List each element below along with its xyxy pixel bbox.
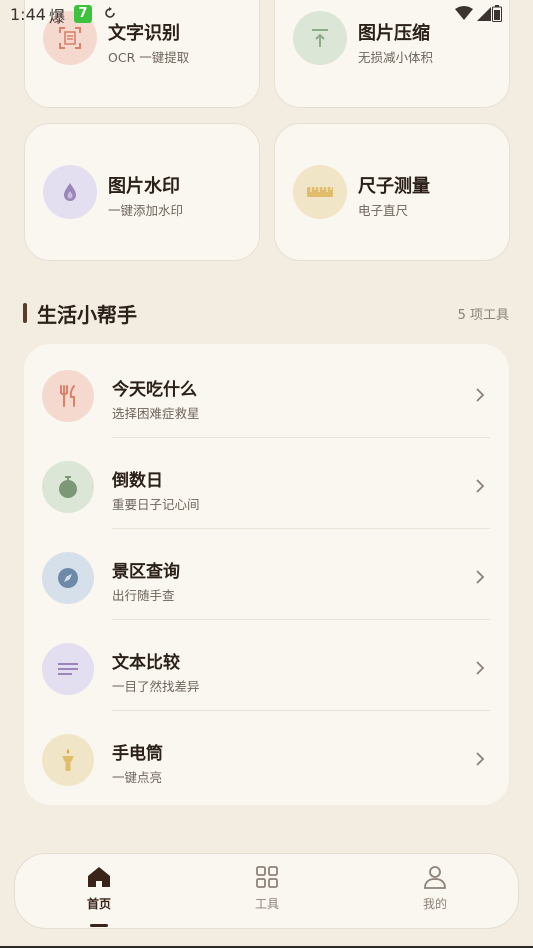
fork-knife-icon (42, 370, 94, 422)
section-title: 生活小帮手 (37, 303, 137, 327)
tool-subtitle: 一键添加水印 (108, 203, 184, 218)
nav-item-home[interactable]: 首页 (59, 864, 139, 927)
app-notification-badge: 7 (74, 5, 92, 23)
tool-subtitle: 无损减小体积 (358, 50, 434, 65)
nav-label: 工具 (254, 897, 279, 911)
divider (112, 437, 490, 438)
list-item-scenic-query[interactable]: 景区查询 出行随手查 (24, 530, 509, 620)
chevron-right-icon (476, 661, 485, 675)
chevron-right-icon (476, 752, 485, 766)
flashlight-icon (42, 734, 94, 786)
divider (112, 528, 490, 529)
person-icon (424, 866, 446, 889)
life-tools-list: 今天吃什么 选择困难症救星 倒数日 重要日子记心间 景区查询 出行随手查 文本比… (24, 344, 509, 805)
list-item-title: 景区查询 (112, 562, 180, 582)
list-item-food-picker[interactable]: 今天吃什么 选择困难症救星 (24, 348, 509, 438)
list-item-subtitle: 一键点亮 (112, 770, 163, 785)
list-item-title: 文本比较 (112, 653, 180, 673)
tool-subtitle: 电子直尺 (358, 203, 409, 218)
list-item-subtitle: 出行随手查 (112, 588, 175, 603)
notification-icon: 爆 (49, 7, 66, 26)
stopwatch-icon (42, 461, 94, 513)
text-lines-icon (42, 643, 94, 695)
tool-title: 尺子测量 (358, 176, 430, 197)
compass-icon (42, 552, 94, 604)
nav-label: 首页 (86, 897, 111, 911)
list-item-subtitle: 选择困难症救星 (112, 406, 200, 421)
list-item-title: 今天吃什么 (112, 380, 197, 400)
section-accent-bar (23, 303, 27, 323)
chevron-right-icon (476, 479, 485, 493)
nav-item-tools[interactable]: 工具 (227, 864, 307, 924)
active-indicator (90, 924, 108, 927)
divider (112, 710, 490, 711)
bottom-nav: 首页 工具 我的 (14, 853, 519, 929)
ruler-icon (293, 165, 347, 219)
list-item-flashlight[interactable]: 手电筒 一键点亮 (24, 712, 509, 802)
chevron-right-icon (476, 570, 485, 584)
nav-label: 我的 (422, 897, 447, 911)
status-time: 1:44 (10, 5, 46, 24)
section-tool-count: 5 项工具 (457, 308, 509, 323)
list-item-text-compare[interactable]: 文本比较 一目了然找差异 (24, 621, 509, 711)
battery-icon (492, 5, 502, 22)
home-icon (88, 867, 110, 887)
chevron-right-icon (476, 388, 485, 402)
tool-card-ruler[interactable]: 尺子测量 电子直尺 (274, 123, 510, 261)
grid-icon (256, 866, 278, 888)
list-item-title: 倒数日 (112, 471, 163, 491)
status-bar: 1:44 爆 7 (0, 0, 533, 30)
list-item-title: 手电筒 (112, 744, 163, 764)
divider (112, 619, 490, 620)
sync-icon (105, 7, 115, 18)
nav-item-profile[interactable]: 我的 (395, 864, 475, 924)
list-item-subtitle: 重要日子记心间 (112, 497, 200, 512)
watermark-drop-icon (43, 165, 97, 219)
list-item-subtitle: 一目了然找差异 (112, 679, 200, 694)
tool-title: 图片水印 (108, 176, 180, 197)
list-item-countdown[interactable]: 倒数日 重要日子记心间 (24, 439, 509, 529)
tool-subtitle: OCR 一键提取 (108, 50, 190, 65)
tool-card-watermark[interactable]: 图片水印 一键添加水印 (24, 123, 260, 261)
